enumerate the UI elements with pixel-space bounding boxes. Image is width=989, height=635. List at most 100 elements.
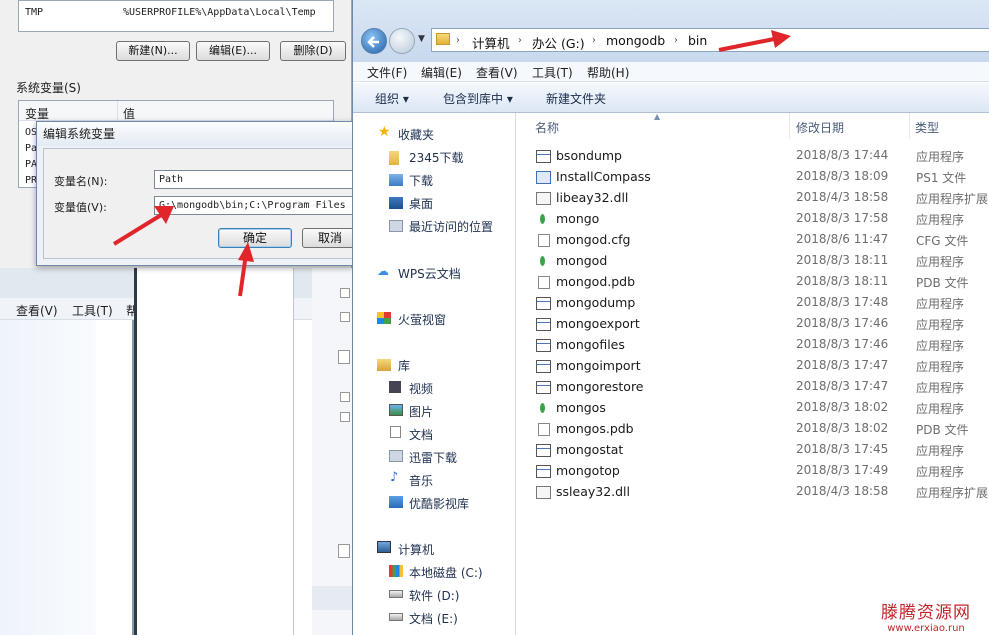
explorer-window: ▼ › 计算机 › 办公 (G:) › mongodb › bin 文件(F) … — [352, 0, 989, 635]
file-type: PS1 文件 — [916, 171, 967, 185]
file-date: 2018/4/3 18:58 — [796, 190, 889, 204]
menu-file[interactable]: 文件(F) — [367, 64, 407, 81]
var-name-input[interactable]: Path — [154, 170, 354, 189]
command-bar: 组织 ▾ 包含到库中 ▾ 新建文件夹 — [353, 83, 989, 113]
nav-fav-item[interactable]: 下载 — [409, 172, 433, 189]
history-dropdown-icon[interactable]: ▼ — [418, 34, 425, 44]
dll-file-icon — [536, 192, 551, 205]
user-new-button[interactable]: 新建(N)... — [116, 41, 190, 61]
system-vars-label: 系统变量(S) — [16, 81, 81, 95]
bg-checkbox-checked[interactable] — [340, 412, 350, 422]
file-date: 2018/8/3 17:49 — [796, 463, 889, 477]
address-bar[interactable]: › 计算机 › 办公 (G:) › mongodb › bin — [431, 28, 989, 52]
file-row[interactable]: mongod 2018/8/3 18:11 应用程序 — [517, 251, 989, 272]
breadcrumb-separator-icon: › — [456, 35, 460, 46]
drive-icon — [389, 590, 403, 598]
cancel-button[interactable]: 取消 — [302, 228, 358, 248]
file-row[interactable]: libeay32.dll 2018/4/3 18:58 应用程序扩展 — [517, 188, 989, 209]
file-row[interactable]: mongod.pdb 2018/8/3 18:11 PDB 文件 — [517, 272, 989, 293]
file-row[interactable]: mongos.pdb 2018/8/3 18:02 PDB 文件 — [517, 419, 989, 440]
bg-checkbox[interactable] — [340, 312, 350, 322]
bg-menu-tools[interactable]: 工具(T) — [72, 302, 113, 319]
file-row[interactable]: mongoimport 2018/8/3 17:47 应用程序 — [517, 356, 989, 377]
nav-drive[interactable]: 文档 (E:) — [409, 610, 458, 627]
nav-drive[interactable]: 软件 (D:) — [409, 587, 459, 604]
bg-checkbox[interactable] — [340, 392, 350, 402]
user-edit-button[interactable]: 编辑(E)... — [196, 41, 270, 61]
breadcrumb-mongodb[interactable]: mongodb — [606, 33, 665, 48]
bg-checkbox[interactable] — [340, 288, 350, 298]
nav-computer[interactable]: 计算机 — [398, 541, 434, 558]
file-row[interactable]: mongoexport 2018/8/3 17:46 应用程序 — [517, 314, 989, 335]
column-header-date[interactable]: 修改日期 — [796, 119, 844, 136]
breadcrumb-separator-icon: › — [518, 35, 522, 46]
menu-help[interactable]: 帮助(H) — [587, 64, 629, 81]
dialog-title: 编辑系统变量 — [37, 122, 353, 146]
nav-lib-item[interactable]: 迅雷下载 — [409, 449, 457, 466]
nav-lib-item[interactable]: 视频 — [409, 380, 433, 397]
folder-icon — [436, 33, 450, 45]
organize-button[interactable]: 组织 ▾ — [375, 90, 409, 107]
file-type: CFG 文件 — [916, 234, 969, 248]
file-name: ssleay32.dll — [556, 484, 631, 499]
nav-lib-item[interactable]: 优酷影视库 — [409, 495, 469, 512]
file-row[interactable]: mongod.cfg 2018/8/6 11:47 CFG 文件 — [517, 230, 989, 251]
column-separator[interactable] — [909, 113, 910, 139]
file-type: 应用程序 — [916, 402, 965, 416]
file-row[interactable]: mongo 2018/8/3 17:58 应用程序 — [517, 209, 989, 230]
breadcrumb-drive[interactable]: 办公 (G:) — [532, 33, 585, 52]
new-folder-button[interactable]: 新建文件夹 — [546, 90, 606, 107]
video-icon — [389, 381, 401, 393]
file-row[interactable]: mongofiles 2018/8/3 17:46 应用程序 — [517, 335, 989, 356]
file-row[interactable]: bsondump 2018/8/3 17:44 应用程序 — [517, 146, 989, 167]
file-type: 应用程序 — [916, 465, 965, 479]
column-header-type[interactable]: 类型 — [915, 119, 939, 136]
bg-expander[interactable] — [338, 544, 350, 558]
breadcrumb-bin[interactable]: bin — [688, 33, 707, 48]
leaf-file-icon — [536, 402, 551, 415]
file-row[interactable]: mongos 2018/8/3 18:02 应用程序 — [517, 398, 989, 419]
nav-wps[interactable]: WPS云文档 — [398, 265, 461, 282]
forward-button[interactable] — [389, 28, 415, 54]
nav-fav-item[interactable]: 桌面 — [409, 195, 433, 212]
column-header-name[interactable]: 名称 — [535, 119, 559, 136]
annotation-arrow-icon — [238, 242, 254, 297]
nav-lib-item[interactable]: 文档 — [409, 426, 433, 443]
menu-view[interactable]: 查看(V) — [476, 64, 518, 81]
nav-huoying[interactable]: 火萤视窗 — [398, 311, 446, 328]
user-delete-button[interactable]: 删除(D) — [280, 41, 346, 61]
breadcrumb-computer[interactable]: 计算机 — [472, 33, 510, 52]
file-row[interactable]: ssleay32.dll 2018/4/3 18:58 应用程序扩展 — [517, 482, 989, 503]
bg-expander[interactable] — [338, 350, 350, 364]
menu-tools[interactable]: 工具(T) — [532, 64, 573, 81]
file-name: libeay32.dll — [556, 190, 629, 205]
file-row[interactable]: mongotop 2018/8/3 17:49 应用程序 — [517, 461, 989, 482]
nav-lib-item[interactable]: 图片 — [409, 403, 433, 420]
file-row[interactable]: mongorestore 2018/8/3 17:47 应用程序 — [517, 377, 989, 398]
menu-edit[interactable]: 编辑(E) — [421, 64, 462, 81]
file-name: mongod.cfg — [556, 232, 631, 247]
include-in-library-button[interactable]: 包含到库中 ▾ — [443, 90, 513, 107]
file-row[interactable]: InstallCompass 2018/8/3 18:09 PS1 文件 — [517, 167, 989, 188]
back-button[interactable] — [361, 28, 387, 54]
nav-fav-item[interactable]: 最近访问的位置 — [409, 218, 493, 235]
nav-library[interactable]: 库 — [398, 357, 410, 374]
file-date: 2018/8/3 17:47 — [796, 358, 889, 372]
file-type: 应用程序 — [916, 213, 965, 227]
var-value-label: 变量值(V): — [54, 201, 107, 214]
dll-file-icon — [536, 486, 551, 499]
column-separator[interactable] — [789, 113, 790, 139]
sort-ascending-icon: ▲ — [654, 112, 661, 121]
file-row[interactable]: mongostat 2018/8/3 17:45 应用程序 — [517, 440, 989, 461]
nav-lib-item[interactable]: 音乐 — [409, 472, 433, 489]
nav-drive[interactable]: 本地磁盘 (C:) — [409, 564, 483, 581]
file-row[interactable]: mongodump 2018/8/3 17:48 应用程序 — [517, 293, 989, 314]
watermark: 滕腾资源网 www.erxiao.run — [881, 598, 971, 634]
bg-menu-view[interactable]: 查看(V) — [16, 302, 58, 319]
nav-favorites[interactable]: 收藏夹 — [398, 126, 434, 143]
user-vars-list[interactable]: TMP %USERPROFILE%\AppData\Local\Temp — [18, 0, 334, 32]
download-folder-icon — [389, 174, 403, 186]
navigation-pane: ★ 收藏夹 2345下载 下载 桌面 最近访问的位置 ☁ WPS云文档 火萤视窗… — [353, 113, 516, 635]
var-value-input[interactable]: G:\mongodb\bin;C:\Program Files — [154, 196, 354, 215]
nav-fav-item[interactable]: 2345下载 — [409, 149, 464, 166]
